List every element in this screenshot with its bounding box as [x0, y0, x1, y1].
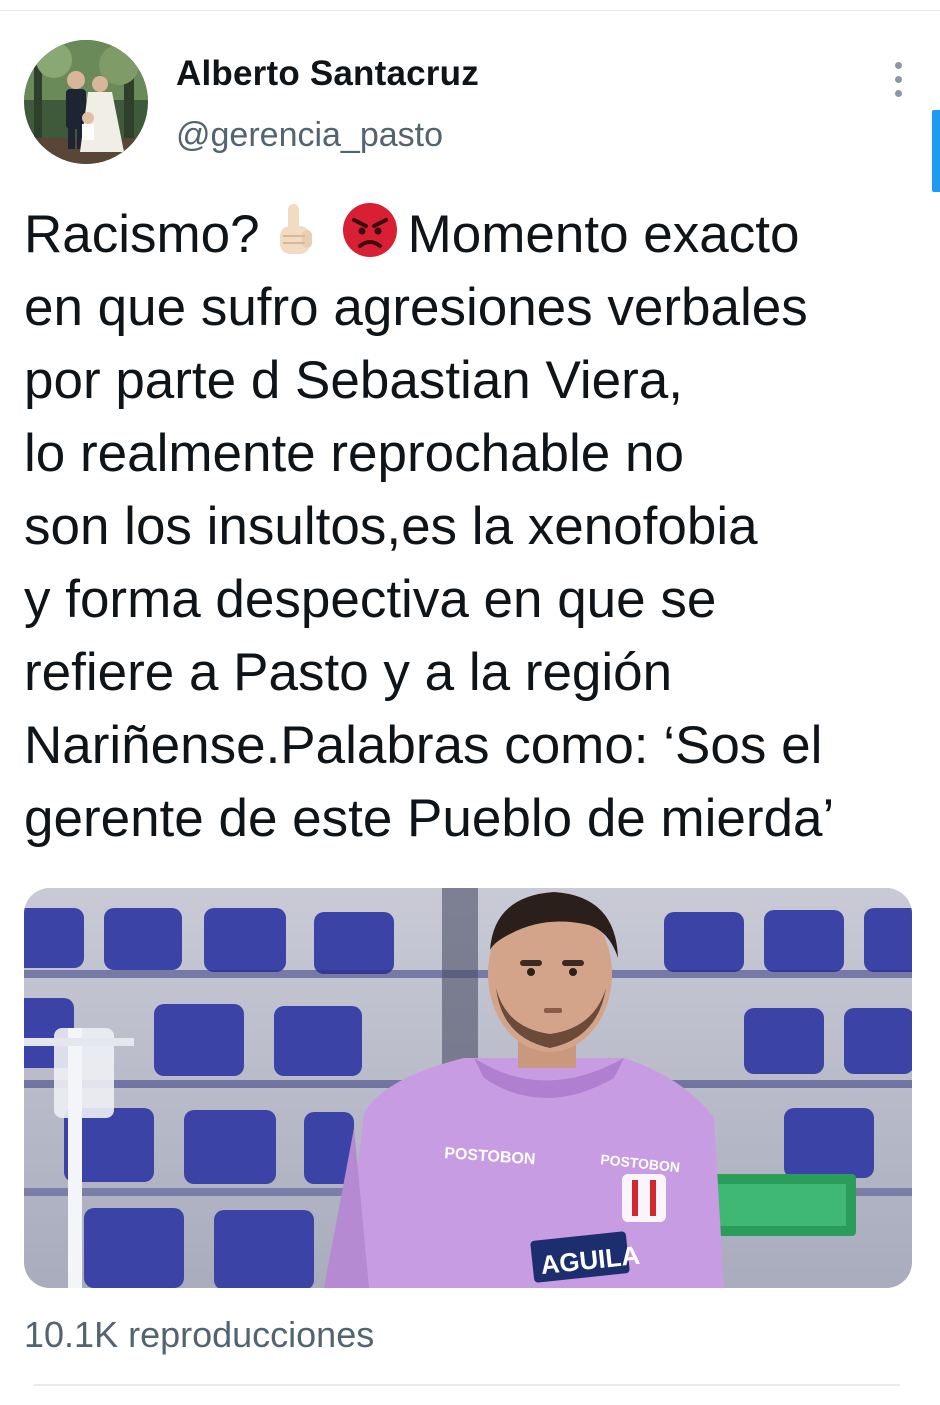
bottom-divider [34, 1384, 900, 1386]
video-thumbnail[interactable]: POSTOBON POSTOBON AGUILA [24, 888, 912, 1288]
tweet-line: lo realmente reprochable no [24, 424, 684, 483]
tweet-header: Alberto Santacruz @gerencia_pasto [24, 40, 914, 164]
top-divider [0, 10, 940, 11]
author-handle[interactable]: @gerencia_pasto [176, 116, 443, 155]
more-options-icon-dot [895, 76, 902, 83]
tweet-line: por parte d Sebastian Viera, [24, 351, 684, 410]
tweet-line-text: Momento exacto [407, 205, 800, 264]
tweet-line: Nariñense.Palabras como: ‘Sos el [24, 716, 823, 775]
pointing-up-icon [266, 200, 326, 260]
tweet-line-text: Racismo? [24, 205, 260, 264]
avatar[interactable] [24, 40, 148, 164]
exit-sign [708, 1174, 856, 1236]
scroll-indicator[interactable] [932, 110, 940, 192]
tweet-line: gerente de este Pueblo de mierda’ [24, 789, 835, 848]
tweet-line: refiere a Pasto y a la región [24, 643, 673, 702]
tweet-line: y forma despectiva en que se [24, 570, 717, 629]
more-options-icon [895, 62, 902, 69]
tweet-line: son los insultos,es la xenofobia [24, 497, 758, 556]
more-options-icon-dot [895, 90, 902, 97]
view-count: 10.1K reproducciones [24, 1314, 375, 1355]
more-options-button[interactable] [884, 58, 914, 102]
angry-face-icon [340, 200, 400, 260]
author-name[interactable]: Alberto Santacruz [176, 54, 479, 94]
tweet-line: Racismo? Momento exacto [24, 198, 924, 271]
tweet-text: Racismo? Momento exacto en que sufro agr… [24, 198, 924, 855]
tweet-line: en que sufro agresiones verbales [24, 278, 808, 337]
